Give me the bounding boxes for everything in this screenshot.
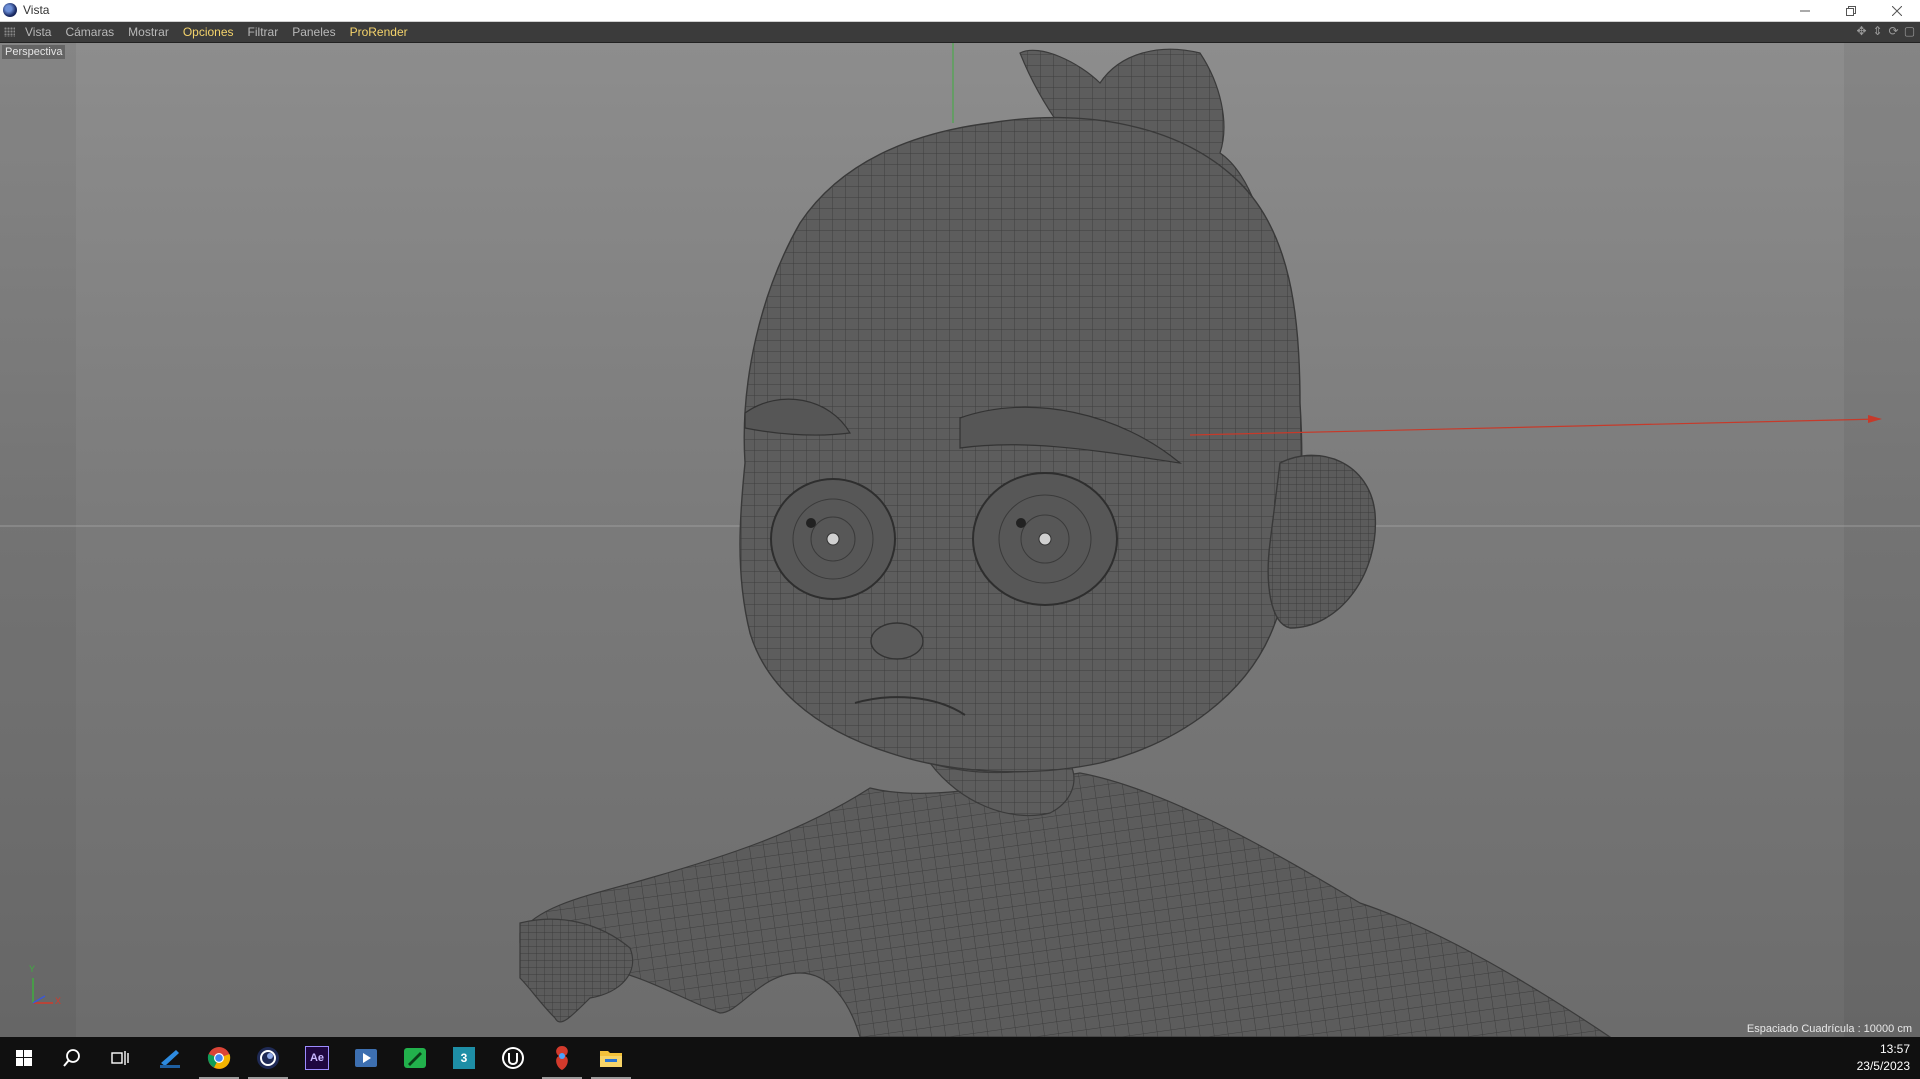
minimize-icon (1800, 10, 1810, 11)
viewport-menu-bar: Vista Cámaras Mostrar Opciones Filtrar P… (0, 22, 1920, 43)
substance-app-icon (556, 1046, 568, 1070)
torso-arms-mesh (519, 772, 1612, 1037)
close-button[interactable] (1874, 0, 1920, 21)
unreal-engine-icon (502, 1047, 524, 1069)
taskbar-chrome[interactable] (195, 1037, 243, 1079)
right-eye-highlight (1016, 518, 1026, 528)
clock-date: 23/5/2023 (1856, 1059, 1910, 1073)
rotate-view-icon[interactable]: ⟳ (1887, 25, 1900, 38)
task-view-icon (111, 1051, 129, 1065)
menu-opciones[interactable]: Opciones (183, 22, 240, 42)
perspective-viewport[interactable]: Perspectiva Y X Espaciado Cuadrícula : 1… (0, 43, 1920, 1037)
title-bar: Vista (0, 0, 1920, 22)
camera-label[interactable]: Perspectiva (2, 45, 66, 59)
taskbar-unreal[interactable] (489, 1037, 537, 1079)
taskbar-clock[interactable]: 13:57 23/5/2023 (1857, 1041, 1910, 1075)
taskbar-green-app[interactable] (391, 1037, 439, 1079)
start-button[interactable] (0, 1037, 48, 1079)
task-view-button[interactable] (96, 1037, 144, 1079)
taskbar-pen-app[interactable] (146, 1037, 194, 1079)
restore-icon (1846, 5, 1856, 16)
character-wireframe-model (0, 43, 1920, 1037)
menu-camaras[interactable]: Cámaras (65, 22, 120, 42)
taskbar-media-player[interactable] (342, 1037, 390, 1079)
axis-y-label: Y (29, 964, 36, 974)
grid-spacing-label: Espaciado Cuadrícula : 10000 cm (1746, 1023, 1912, 1035)
cinema4d-icon (257, 1047, 279, 1069)
pen-app-icon (160, 1050, 180, 1068)
after-effects-icon: Ae (305, 1046, 329, 1070)
menu-prorender[interactable]: ProRender (350, 22, 414, 42)
menu-mostrar[interactable]: Mostrar (128, 22, 175, 42)
viewport-menu: Vista Cámaras Mostrar Opciones Filtrar P… (25, 22, 422, 42)
menu-paneles[interactable]: Paneles (292, 22, 341, 42)
clock-time: 13:57 (1879, 1042, 1910, 1056)
axis-x-label: X (55, 996, 62, 1006)
taskbar-file-explorer[interactable] (587, 1037, 635, 1079)
windows-taskbar: Ae 3 13:57 23/5/2023 (0, 1037, 1920, 1079)
window-title: Vista (23, 3, 50, 17)
ear-mesh (1267, 454, 1377, 629)
view-navigation-icons: ✥ ⇕ ⟳ ▢ (1855, 25, 1916, 38)
menu-filtrar[interactable]: Filtrar (248, 22, 285, 42)
taskbar-substance[interactable] (538, 1037, 586, 1079)
taskbar-after-effects[interactable]: Ae (293, 1037, 341, 1079)
dolly-icon[interactable]: ⇕ (1871, 25, 1884, 38)
nose-mesh (870, 622, 924, 660)
minimize-button[interactable] (1782, 0, 1828, 21)
search-button[interactable] (48, 1037, 96, 1079)
search-icon (63, 1049, 80, 1067)
close-icon (1892, 5, 1902, 16)
3dsmax-icon: 3 (453, 1047, 475, 1069)
file-explorer-icon (600, 1051, 622, 1067)
cinema4d-app-icon (3, 3, 17, 17)
restore-button[interactable] (1828, 0, 1874, 21)
taskbar-cinema4d[interactable] (244, 1037, 292, 1079)
move-view-icon[interactable]: ✥ (1855, 25, 1868, 38)
media-player-icon (355, 1049, 377, 1067)
left-eye-highlight (806, 518, 816, 528)
windows-start-icon (16, 1050, 32, 1066)
menu-vista[interactable]: Vista (25, 22, 57, 42)
x-axis-arrow (1868, 415, 1882, 423)
axis-gizmo (32, 978, 53, 1004)
maximize-view-icon[interactable]: ▢ (1903, 25, 1916, 38)
panel-grip-icon[interactable] (4, 27, 15, 37)
chrome-icon (207, 1047, 231, 1069)
taskbar-3dsmax[interactable]: 3 (440, 1037, 488, 1079)
green-pen-app-icon (404, 1048, 426, 1068)
